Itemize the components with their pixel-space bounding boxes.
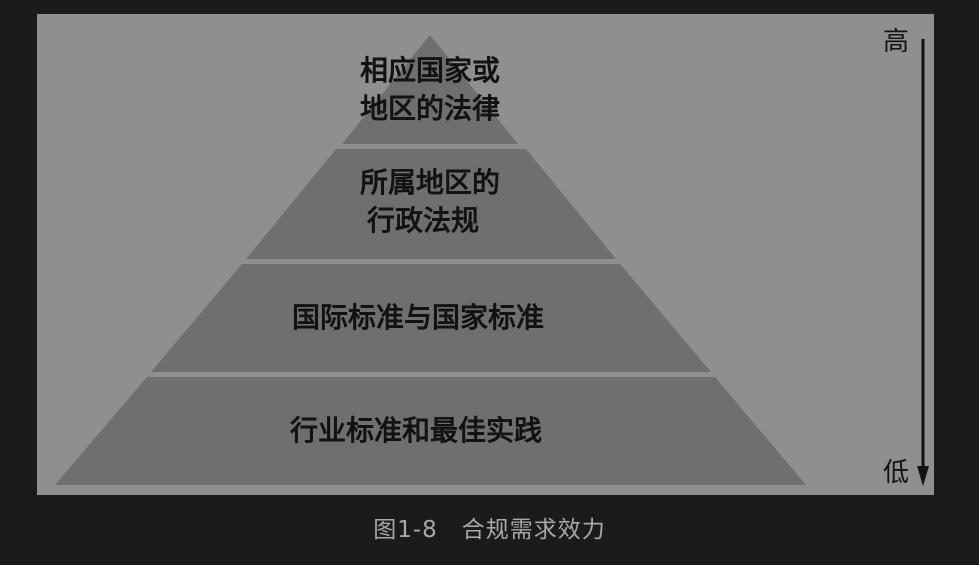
tier-1-label-line-2: 地区的法律 xyxy=(360,92,500,125)
axis-bottom-label: 低 xyxy=(883,458,909,488)
tier-3-label: 国际标准与国家标准 xyxy=(292,301,544,334)
axis-arrowhead-icon xyxy=(917,466,929,486)
figure-caption: 图1-8 合规需求效力 xyxy=(373,517,606,543)
tier-2-label-line-1: 所属地区的 xyxy=(360,166,500,199)
figure-stage: 相应国家或 地区的法律 所属地区的 行政法规 国际标准与国家标准 行业标准和最佳… xyxy=(0,0,979,565)
axis-top-label: 高 xyxy=(883,27,909,57)
tier-1-shape xyxy=(342,35,518,144)
figure-panel: 相应国家或 地区的法律 所属地区的 行政法规 国际标准与国家标准 行业标准和最佳… xyxy=(37,14,934,495)
tier-2-label-line-2: 行政法规 xyxy=(366,204,479,237)
tier-1-label-line-1: 相应国家或 xyxy=(360,54,500,87)
tier-4-label: 行业标准和最佳实践 xyxy=(289,414,542,447)
compliance-pyramid-diagram: 相应国家或 地区的法律 所属地区的 行政法规 国际标准与国家标准 行业标准和最佳… xyxy=(55,27,929,488)
